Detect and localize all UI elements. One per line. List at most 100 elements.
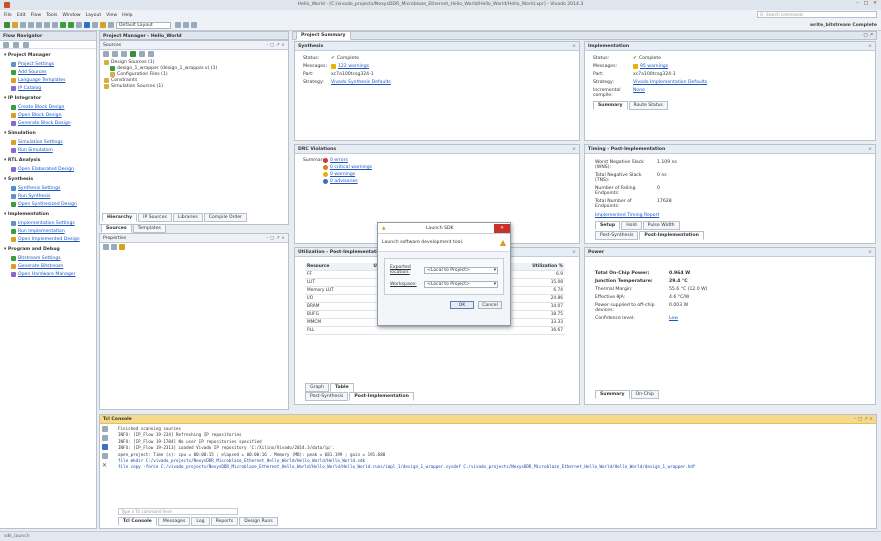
- drc-item-3[interactable]: 0 advisories: [323, 179, 372, 184]
- sources-subtab-0[interactable]: Sources: [101, 224, 132, 233]
- layout-icon[interactable]: [108, 22, 114, 28]
- flow-item-4-2[interactable]: Open Synthesized Design: [0, 200, 96, 208]
- source-node-2[interactable]: Configuration Files (1): [104, 72, 284, 77]
- hierarchy-icon[interactable]: [121, 51, 127, 57]
- flow-item-2-1[interactable]: Run Simulation: [0, 146, 96, 154]
- power-tab-1[interactable]: On-Chip: [630, 390, 660, 399]
- sources-subtab-1[interactable]: Templates: [132, 224, 166, 233]
- collapse-all-icon[interactable]: [103, 51, 109, 57]
- menu-help[interactable]: Help: [122, 13, 132, 18]
- impl-tab-0[interactable]: Summary: [593, 101, 628, 110]
- util-tab-0[interactable]: Graph: [305, 383, 330, 392]
- help-icon[interactable]: [191, 22, 197, 28]
- console-tab-1[interactable]: Messages: [157, 517, 191, 526]
- flow-item-1-0[interactable]: Create Block Design: [0, 103, 96, 111]
- dialog-close-button[interactable]: ✕: [494, 223, 510, 233]
- impl-warnings-link[interactable]: 95 warnings: [640, 64, 668, 69]
- program-icon[interactable]: [84, 22, 90, 28]
- console-controls[interactable]: – □ ↗ ×: [854, 417, 873, 422]
- properties-controls[interactable]: – □ ↗ ×: [266, 236, 285, 241]
- timing-report-link[interactable]: Implemented Timing Report: [595, 213, 865, 218]
- source-node-3[interactable]: Constraints: [104, 78, 284, 83]
- redo-icon[interactable]: [36, 22, 42, 28]
- incremental-link[interactable]: None: [633, 88, 645, 98]
- flow-item-6-2[interactable]: Open Hardware Manager: [0, 270, 96, 278]
- synth-strategy-link[interactable]: Vivado Synthesis Defaults: [331, 80, 391, 85]
- menu-edit[interactable]: Edit: [17, 13, 26, 18]
- timing-subtab-1[interactable]: Post-Implementation: [639, 231, 704, 240]
- util-subtab-1[interactable]: Post-Implementation: [349, 392, 414, 401]
- sources-tab-3[interactable]: Compile Order: [203, 213, 248, 222]
- flow-item-1-2[interactable]: Generate Block Design: [0, 119, 96, 127]
- panel-controls[interactable]: – □ ↗ ×: [266, 43, 285, 48]
- flow-section-4[interactable]: ▾ Synthesis: [4, 177, 96, 182]
- tab-project-summary[interactable]: Project Summary: [296, 31, 351, 40]
- reset-icon[interactable]: [76, 22, 82, 28]
- timing-close-icon[interactable]: ×: [868, 147, 872, 152]
- menu-layout[interactable]: Layout: [86, 13, 102, 18]
- flow-section-3[interactable]: ▾ RTL Analysis: [4, 158, 96, 163]
- new-project-icon[interactable]: [4, 22, 10, 28]
- summary-restore-icon[interactable]: ▢ ↗: [863, 33, 873, 38]
- synthesis-close-icon[interactable]: ×: [572, 44, 576, 49]
- impl-tab-1[interactable]: Route Status: [628, 101, 668, 110]
- open-project-icon[interactable]: [12, 22, 18, 28]
- exported-location-select[interactable]: <Local to Project> ▾: [424, 266, 498, 274]
- util-subtab-0[interactable]: Post-Synthesis: [305, 392, 349, 401]
- utilization-close-icon[interactable]: ×: [572, 250, 576, 255]
- ok-button[interactable]: OK: [450, 301, 474, 309]
- menu-tools[interactable]: Tools: [46, 13, 57, 18]
- console-tab-4[interactable]: Design Runs: [239, 517, 278, 526]
- sources-tab-1[interactable]: IP Sources: [138, 213, 172, 222]
- console-tab-2[interactable]: Log: [191, 517, 210, 526]
- flow-item-0-2[interactable]: Language Templates: [0, 76, 96, 84]
- zoom-icon[interactable]: [175, 22, 181, 28]
- clear-console-icon[interactable]: [102, 426, 108, 432]
- sources-tab-2[interactable]: Libraries: [172, 213, 203, 222]
- copy-console-icon[interactable]: [102, 435, 108, 441]
- timing-tab-2[interactable]: Pulse Width: [642, 221, 680, 230]
- synth-warnings-link[interactable]: 122 warnings: [338, 64, 369, 69]
- collapse-icon[interactable]: [3, 41, 9, 48]
- menu-file[interactable]: File: [4, 13, 12, 18]
- layout-select[interactable]: Default Layout: [116, 21, 171, 29]
- flow-item-5-2[interactable]: Open Implemented Design: [0, 235, 96, 243]
- source-node-0[interactable]: Design Sources (1): [104, 60, 284, 65]
- flow-section-6[interactable]: ▾ Program and Debug: [4, 247, 96, 252]
- forward-icon[interactable]: [111, 244, 117, 250]
- workspace-select[interactable]: <Local to Project> ▾: [424, 281, 498, 288]
- expand-icon[interactable]: [13, 41, 19, 48]
- search-commands-input[interactable]: Q- Search commands: [757, 11, 877, 18]
- drc-item-0[interactable]: 0 errors: [323, 158, 372, 163]
- add-sources-icon[interactable]: [130, 51, 136, 57]
- impl-strategy-link[interactable]: Vivado Implementation Defaults: [633, 80, 707, 85]
- filter-icon[interactable]: [148, 51, 154, 57]
- copy-icon[interactable]: [44, 22, 50, 28]
- console-tab-0[interactable]: Tcl Console: [118, 517, 157, 526]
- tools-icon[interactable]: [183, 22, 189, 28]
- close-icon[interactable]: ✕: [873, 1, 877, 6]
- drc-close-icon[interactable]: ×: [572, 147, 576, 152]
- power-value[interactable]: Low: [669, 316, 678, 321]
- drc-item-2[interactable]: 0 warnings: [323, 172, 372, 177]
- menu-flow[interactable]: Flow: [31, 13, 42, 18]
- source-node-1[interactable]: design_1_wrapper (design_1_wrapper.v) (1…: [104, 66, 284, 71]
- refresh-icon[interactable]: [139, 51, 145, 57]
- flow-item-1-1[interactable]: Open Block Design: [0, 111, 96, 119]
- flow-item-5-1[interactable]: Run Implementation: [0, 227, 96, 235]
- util-tab-1[interactable]: Table: [330, 383, 354, 392]
- expand-all-icon[interactable]: [112, 51, 118, 57]
- cancel-button[interactable]: Cancel: [478, 301, 502, 309]
- flow-item-0-3[interactable]: IP Catalog: [0, 84, 96, 92]
- find-icon[interactable]: [102, 444, 108, 450]
- settings-icon[interactable]: [119, 244, 125, 250]
- flow-item-6-0[interactable]: Bitstream Settings: [0, 254, 96, 262]
- drc-item-1[interactable]: 0 critical warnings: [323, 165, 372, 170]
- flow-item-0-1[interactable]: Add Sources: [0, 68, 96, 76]
- flow-section-1[interactable]: ▾ IP Integrator: [4, 96, 96, 101]
- flow-item-5-0[interactable]: Implementation Settings: [0, 219, 96, 227]
- power-tab-0[interactable]: Summary: [595, 390, 630, 399]
- flow-section-5[interactable]: ▾ Implementation: [4, 212, 96, 217]
- sigma-icon[interactable]: [92, 22, 98, 28]
- implementation-close-icon[interactable]: ×: [868, 44, 872, 49]
